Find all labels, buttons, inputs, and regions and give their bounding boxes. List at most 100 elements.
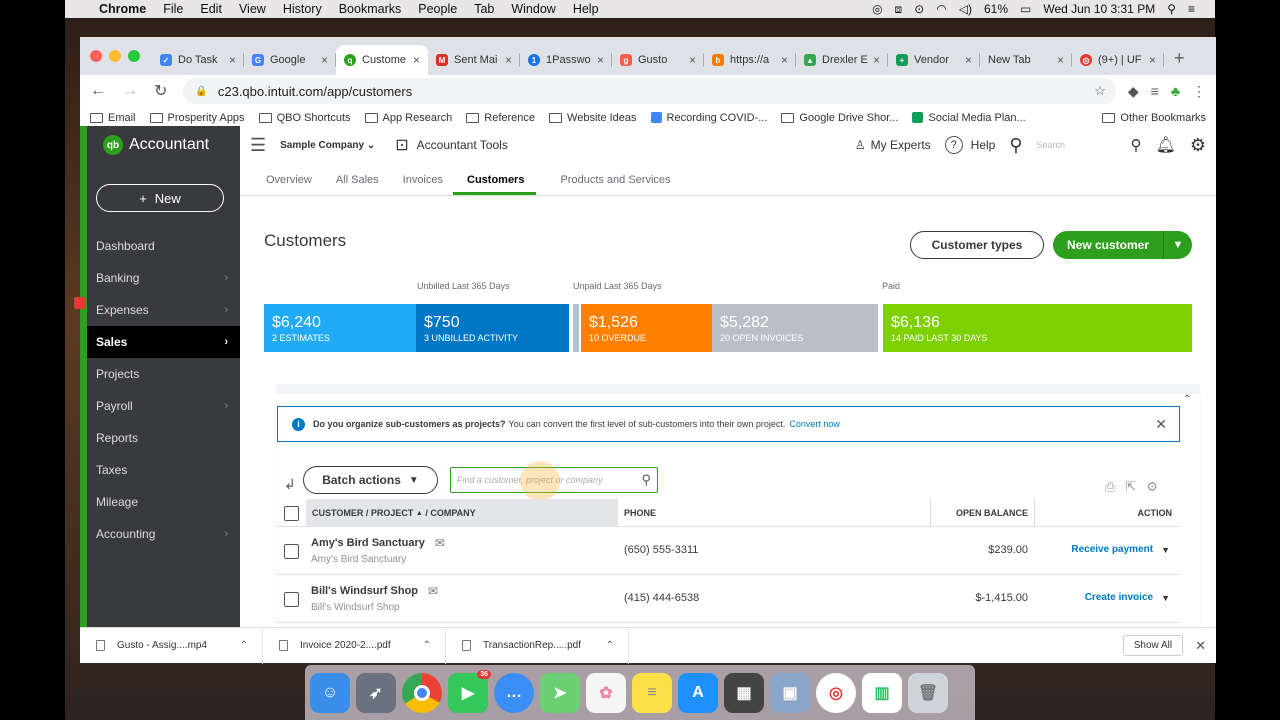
tab-overview[interactable]: Overview [266,174,312,195]
table-settings-gear-icon[interactable]: ⚙ [1146,479,1158,495]
customer-types-button[interactable]: Customer types [910,231,1044,259]
close-tab-icon[interactable]: × [597,53,604,67]
tab-products-services[interactable]: Products and Services [560,174,670,195]
new-button[interactable]: + New [96,184,224,212]
table-row[interactable]: Bill's Windsurf Shop ✉ Bill's Windsurf Sh… [276,575,1180,623]
menu-history[interactable]: History [283,2,322,16]
global-search-input[interactable]: Search [1037,140,1117,150]
browser-tab[interactable]: G Google × [244,45,336,75]
new-tab-icon[interactable]: + [1174,48,1185,69]
extension-icon[interactable]: ◆ [1128,83,1139,100]
chrome-icon[interactable] [402,672,442,713]
help-button[interactable]: ? Help [944,136,995,154]
bookmark-reference[interactable]: Reference [466,112,535,124]
close-tab-icon[interactable]: × [965,53,972,67]
lock-icon[interactable]: 🔒 [195,86,207,97]
calculator-icon[interactable]: ▦ [724,672,764,713]
chevron-up-icon[interactable]: ⌃ [423,640,431,651]
browser-tab[interactable]: ▲ Drexler E × [796,45,888,75]
row-checkbox[interactable] [283,591,299,607]
row-action[interactable]: Create invoice ▼ [1085,592,1170,603]
reload-icon[interactable]: ↻ [154,81,167,101]
sidebar-item-mileage[interactable]: Mileage [87,486,240,518]
accountant-tools-button[interactable]: ⊡ Accountant Tools [395,135,508,155]
chrome-menu-icon[interactable]: ⋮ [1192,83,1206,100]
qbo-logo[interactable]: qb Accountant [87,126,240,164]
receive-payment-link[interactable]: Receive payment [1071,544,1153,555]
browser-tab[interactable]: + Vendor × [888,45,980,75]
customer-name[interactable]: Bill's Windsurf Shop ✉ [311,584,438,598]
extension-tree-icon[interactable]: ♣ [1171,83,1180,99]
facetime-icon[interactable]: ▶ 36 [448,669,491,713]
close-tab-icon[interactable]: × [321,53,328,67]
row-checkbox[interactable] [283,543,299,559]
download-item[interactable]: TransactionRep.....pdf ⌃ [446,627,629,664]
menu-edit[interactable]: Edit [200,2,222,16]
convert-now-link[interactable]: Convert now [789,419,840,429]
money-bar-paid[interactable]: $6,136 14 PAID LAST 30 DAYS [883,304,1192,352]
dropbox-icon[interactable]: ⧈ [895,2,903,17]
browser-tab[interactable]: g Gusto × [612,45,704,75]
forward-icon[interactable]: → [122,82,138,100]
tab-all-sales[interactable]: All Sales [336,174,379,195]
notes-icon[interactable]: ≡ [632,672,672,713]
close-icon[interactable]: ✕ [1155,416,1167,433]
finder-icon[interactable]: ☺ [310,672,350,713]
close-tab-icon[interactable]: × [781,53,788,67]
close-window-button[interactable] [90,50,102,62]
back-icon[interactable]: ← [90,82,106,100]
reading-list-icon[interactable]: ≡ [1151,83,1159,99]
close-tab-icon[interactable]: × [1057,53,1064,67]
browser-tab[interactable]: M Sent Mai × [428,45,520,75]
battery-icon[interactable]: ▭ [1020,2,1031,16]
header-customer[interactable]: CUSTOMER / PROJECT ▲ / COMPANY [306,499,618,527]
menu-file[interactable]: File [163,2,183,16]
menu-tab[interactable]: Tab [474,2,494,16]
close-tab-icon[interactable]: × [505,53,512,67]
bookmark-email[interactable]: Email [90,112,136,124]
sidebar-item-reports[interactable]: Reports [87,422,240,454]
sort-arrow-icon[interactable]: ↲ [284,476,296,493]
show-all-button[interactable]: Show All [1122,635,1184,656]
money-bar-open-invoices[interactable]: $5,282 20 OPEN INVOICES [712,304,878,352]
close-downloads-icon[interactable]: ✕ [1195,638,1206,654]
browser-tab[interactable]: 1 1Passwo × [520,45,612,75]
chevron-down-icon[interactable]: ▼ [1164,239,1192,251]
menu-help[interactable]: Help [573,2,599,16]
bookmark-other[interactable]: Other Bookmarks [1102,112,1206,124]
money-bar-overdue[interactable]: $1,526 10 OVERDUE [581,304,712,352]
sidebar-item-sales[interactable]: Sales › [87,326,240,358]
menu-view[interactable]: View [239,2,266,16]
wifi-icon[interactable]: ◠ [936,2,946,16]
close-tab-icon[interactable]: × [689,53,696,67]
bookmark-website-ideas[interactable]: Website Ideas [549,112,637,124]
tab-invoices[interactable]: Invoices [403,174,443,195]
creative-cloud-icon[interactable]: ◎ [872,2,882,16]
gear-icon[interactable]: ⚙ [1190,135,1206,156]
chart-icon[interactable]: ▥ [862,672,902,713]
search-icon[interactable]: ⚲ [641,472,651,488]
bookmark-qbo-shortcuts[interactable]: QBO Shortcuts [258,112,351,124]
menu-bookmarks[interactable]: Bookmarks [339,2,402,16]
download-item[interactable]: Gusto - Assig....mp4 ⌃ [80,627,263,664]
browser-tab[interactable]: New Tab × [980,45,1072,75]
envelope-icon[interactable]: ✉ [428,584,438,598]
clock[interactable]: Wed Jun 10 3:31 PM [1043,2,1155,16]
search-icon[interactable]: ⚲ [1009,135,1022,156]
caret-down-icon[interactable]: ▼ [1161,593,1170,603]
messages-icon[interactable]: … [494,672,534,713]
notification-bell-icon[interactable]: 🔔︎ [1156,135,1176,155]
header-open-balance[interactable]: OPEN BALANCE [930,499,1034,527]
export-icon[interactable]: ⇱ [1125,479,1136,495]
batch-actions-button[interactable]: Batch actions ▼ [303,466,438,494]
close-tab-icon[interactable]: × [413,53,420,67]
chevron-up-icon[interactable]: ⌃ [606,640,614,651]
sidebar-item-accounting[interactable]: Accounting › [87,518,240,550]
maps-icon[interactable]: ➤ [540,672,580,713]
header-phone[interactable]: PHONE [624,499,656,527]
appstore-icon[interactable]: A [678,672,718,713]
menu-extras-icon[interactable]: ≡ [1188,2,1195,16]
tab-customers[interactable]: Customers [453,174,537,195]
minimize-window-button[interactable] [109,50,121,62]
sidebar-item-payroll[interactable]: Payroll › [87,390,240,422]
